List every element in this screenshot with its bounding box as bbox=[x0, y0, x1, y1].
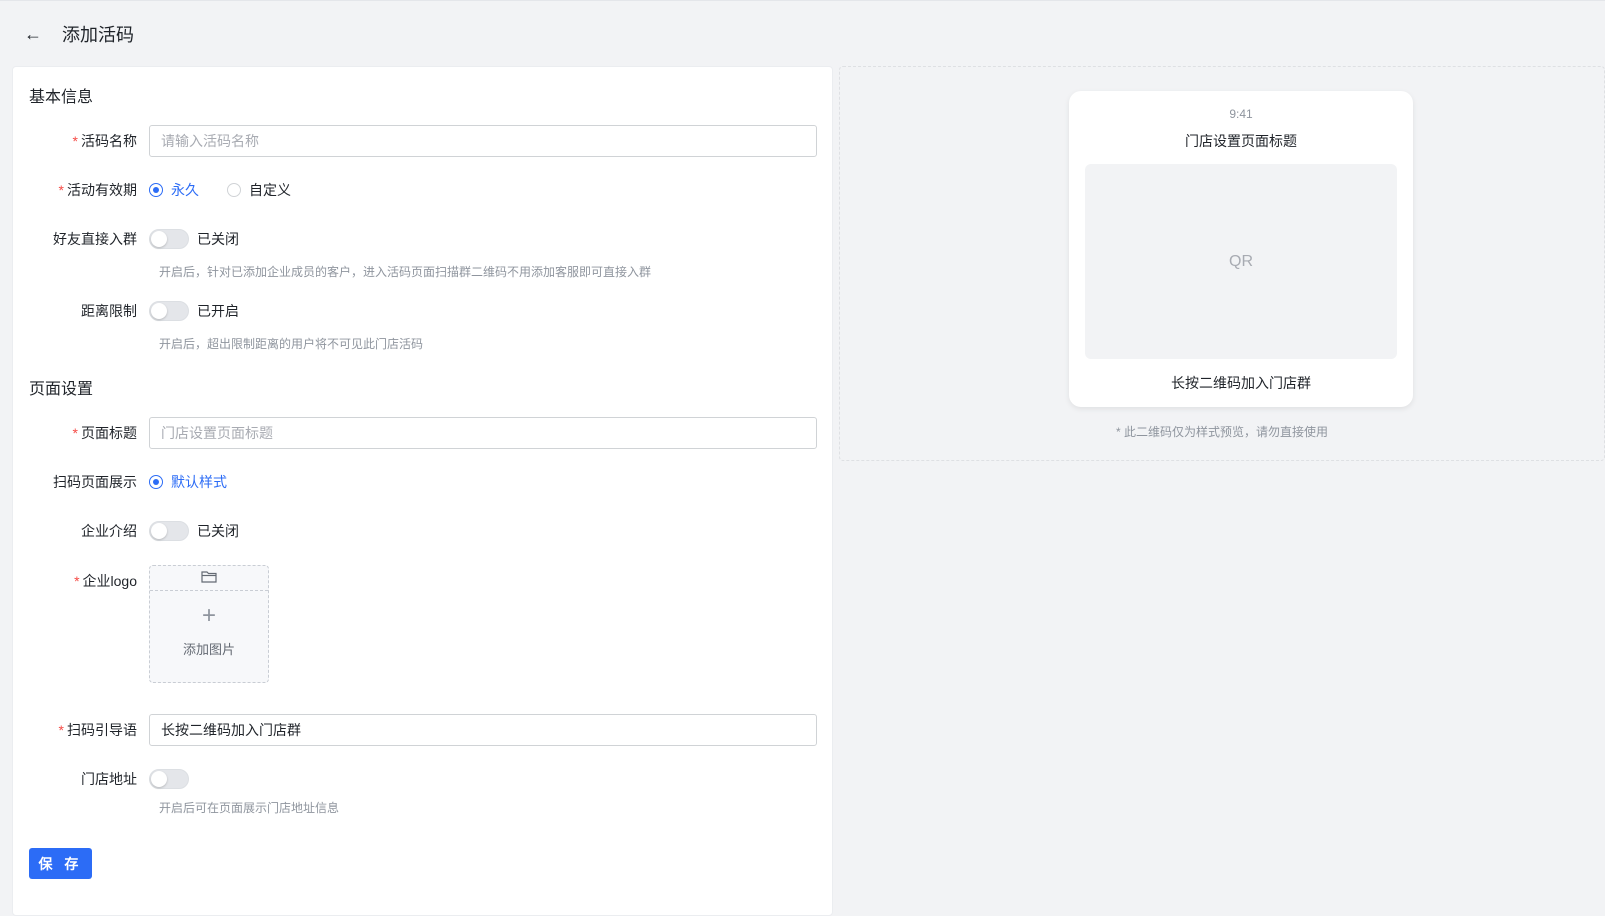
scan-display-label: 扫码页面展示 bbox=[53, 474, 137, 490]
store-address-label: 门店地址 bbox=[81, 771, 137, 787]
friend-join-row: 好友直接入群 已关闭 bbox=[13, 228, 834, 250]
preview-note: * 此二维码仅为样式预览，请勿直接使用 bbox=[1115, 425, 1328, 439]
preview-panel: 9:41 门店设置页面标题 QR 长按二维码加入门店群 * 此二维码仅为样式预览… bbox=[839, 66, 1605, 461]
validity-row: * 活动有效期 永久 自定义 bbox=[13, 179, 834, 201]
friend-join-hint: 开启后，针对已添加企业成员的客户，进入活码页面扫描群二维码不用添加客服即可直接入… bbox=[159, 265, 652, 279]
distance-toggle[interactable] bbox=[149, 301, 189, 321]
radio-label: 永久 bbox=[171, 182, 199, 198]
company-logo-row: * 企业logo + 添加图片 bbox=[13, 565, 834, 685]
default-style-radio[interactable]: 默认样式 bbox=[149, 472, 227, 492]
form-card: 基本信息 *活码名称 *活动有效期 永久 自定义 好友直接入群 已关闭 开启后，… bbox=[12, 66, 833, 916]
page-title-label: * 页面标题 bbox=[72, 425, 137, 441]
validity-custom-radio[interactable]: 自定义 bbox=[227, 180, 291, 200]
logo-upload-box[interactable]: + 添加图片 bbox=[149, 565, 269, 683]
store-address-row: 门店地址 bbox=[13, 768, 834, 790]
phone-guide-text: 长按二维码加入门店群 bbox=[1171, 375, 1311, 391]
page-title: 添加活码 bbox=[62, 25, 134, 45]
distance-row: 距离限制 已开启 bbox=[13, 300, 834, 322]
company-intro-row: 企业介绍 已关闭 bbox=[13, 520, 834, 542]
distance-label: 距离限制 bbox=[81, 303, 137, 319]
page-title-input[interactable] bbox=[149, 417, 817, 449]
phone-page-title: 门店设置页面标题 bbox=[1185, 133, 1297, 149]
phone-preview: 9:41 门店设置页面标题 QR 长按二维码加入门店群 bbox=[1069, 91, 1413, 407]
upload-label: 添加图片 bbox=[182, 642, 235, 657]
friend-join-toggle[interactable] bbox=[149, 229, 189, 249]
company-intro-label: 企业介绍 bbox=[81, 523, 137, 539]
scan-display-row: 扫码页面展示 默认样式 bbox=[13, 471, 834, 493]
back-arrow-icon[interactable]: ← bbox=[22, 23, 44, 45]
save-button[interactable]: 保 存 bbox=[29, 848, 92, 879]
validity-label: * 活动有效期 bbox=[58, 182, 137, 198]
radio-dot bbox=[149, 183, 163, 197]
required-mark: * bbox=[58, 182, 64, 198]
radio-dot bbox=[227, 183, 241, 197]
page-header: ← 添加活码 bbox=[22, 22, 134, 46]
plus-icon: + bbox=[201, 602, 216, 629]
qr-code-placeholder: QR bbox=[1085, 164, 1397, 359]
radio-label: 自定义 bbox=[249, 182, 291, 198]
upload-header bbox=[150, 566, 268, 591]
section-title-basic: 基本信息 bbox=[29, 89, 94, 106]
company-logo-label: * 企业logo bbox=[74, 573, 137, 589]
friend-join-label: 好友直接入群 bbox=[53, 231, 137, 247]
scan-guide-label: * 扫码引导语 bbox=[58, 722, 137, 738]
folder-icon[interactable] bbox=[201, 570, 217, 586]
store-address-toggle[interactable] bbox=[149, 769, 189, 789]
required-mark: * bbox=[58, 722, 64, 738]
section-title-page: 页面设置 bbox=[29, 381, 94, 398]
required-mark: * bbox=[72, 133, 78, 149]
page-title-row: * 页面标题 bbox=[13, 417, 834, 449]
required-mark: * bbox=[74, 573, 80, 589]
required-mark: * bbox=[72, 425, 78, 441]
company-intro-state: 已关闭 bbox=[197, 523, 239, 539]
scan-guide-row: * 扫码引导语 bbox=[13, 714, 834, 746]
distance-hint: 开启后，超出限制距离的用户将不可见此门店活码 bbox=[159, 337, 424, 351]
name-row: * 活码名称 bbox=[13, 125, 834, 157]
phone-time: 9:41 bbox=[1229, 107, 1253, 121]
name-label: * 活码名称 bbox=[72, 133, 137, 149]
radio-label: 默认样式 bbox=[171, 474, 227, 490]
store-address-hint: 开启后可在页面展示门店地址信息 bbox=[159, 801, 340, 815]
validity-permanent-radio[interactable]: 永久 bbox=[149, 180, 199, 200]
scan-guide-input[interactable] bbox=[149, 714, 817, 746]
friend-join-state: 已关闭 bbox=[197, 231, 239, 247]
code-name-input[interactable] bbox=[149, 125, 817, 157]
company-intro-toggle[interactable] bbox=[149, 521, 189, 541]
top-divider bbox=[0, 0, 1605, 1]
distance-state: 已开启 bbox=[197, 303, 239, 319]
radio-dot bbox=[149, 475, 163, 489]
